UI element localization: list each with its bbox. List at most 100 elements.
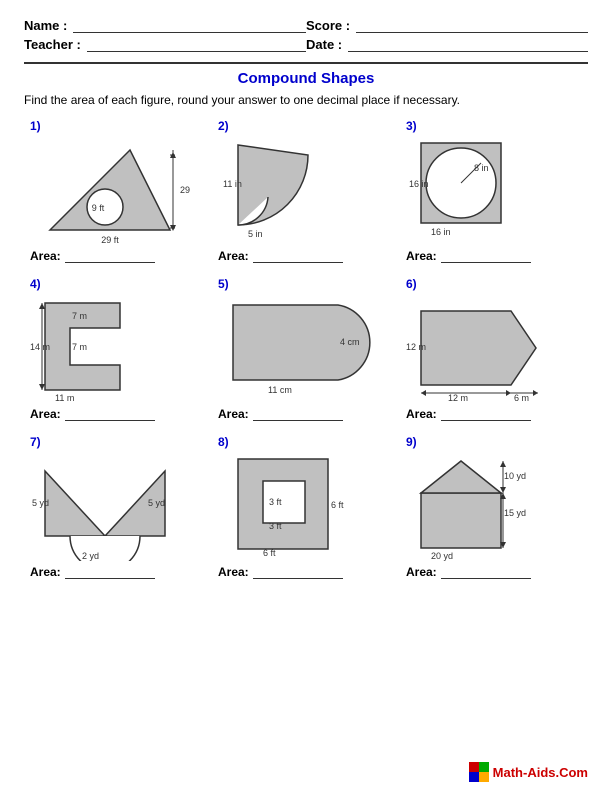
svg-text:8 in: 8 in xyxy=(474,163,489,173)
area-row-1: Area: xyxy=(30,249,206,263)
problem-4: 4) 14 m 11 m 7 m 7 m xyxy=(24,273,212,431)
page-title: Compound Shapes xyxy=(24,70,588,87)
teacher-line xyxy=(87,38,306,52)
teacher-label: Teacher : xyxy=(24,37,81,52)
problem-3: 3) 8 in 16 in 16 in Area: xyxy=(400,115,588,273)
problem-2-number: 2) xyxy=(218,119,394,133)
teacher-row: Teacher : xyxy=(24,37,306,52)
name-line xyxy=(73,19,306,33)
problem-5: 5) 4 cm 11 cm Area: xyxy=(212,273,400,431)
logo-text: Math-Aids.Com xyxy=(493,765,588,780)
svg-9: 10 yd 15 yd 20 yd xyxy=(406,451,566,561)
date-row: Date : xyxy=(306,37,588,52)
figure-6: 12 m 12 m 6 m xyxy=(406,293,566,403)
area-label-1: Area: xyxy=(30,249,61,263)
area-line-9 xyxy=(441,565,531,579)
figure-4: 14 m 11 m 7 m 7 m xyxy=(30,293,190,403)
area-line-2 xyxy=(253,249,343,263)
name-row: Name : xyxy=(24,18,306,33)
svg-text:7 m: 7 m xyxy=(72,342,87,352)
problems-grid: 1) 9 ft 29 ft 29 ft xyxy=(24,115,588,589)
figure-7: 5 yd 5 yd 2 yd xyxy=(30,451,190,561)
page: Name : Score : Teacher : Date : Compound… xyxy=(0,0,612,792)
svg-text:14 m: 14 m xyxy=(30,342,50,352)
area-row-4: Area: xyxy=(30,407,206,421)
area-line-5 xyxy=(253,407,343,421)
score-line xyxy=(356,19,588,33)
area-label-3: Area: xyxy=(406,249,437,263)
area-row-5: Area: xyxy=(218,407,394,421)
problem-9: 9) 10 yd 15 yd 20 yd xyxy=(400,431,588,589)
svg-text:29 ft: 29 ft xyxy=(101,235,119,245)
header: Name : Score : Teacher : Date : xyxy=(24,18,588,52)
logo-area: Math-Aids.Com xyxy=(469,762,588,782)
svg-text:15 yd: 15 yd xyxy=(504,508,526,518)
area-label-2: Area: xyxy=(218,249,249,263)
instructions: Find the area of each figure, round your… xyxy=(24,93,588,107)
problem-2: 2) 11 in 5 in Area: xyxy=(212,115,400,273)
area-row-6: Area: xyxy=(406,407,582,421)
svg-8: 6 ft 6 ft 3 ft 3 ft xyxy=(218,451,378,561)
area-row-9: Area: xyxy=(406,565,582,579)
problem-1-number: 1) xyxy=(30,119,206,133)
area-line-3 xyxy=(441,249,531,263)
svg-text:5 in: 5 in xyxy=(248,229,263,239)
figure-2: 11 in 5 in xyxy=(218,135,378,245)
figure-8: 6 ft 6 ft 3 ft 3 ft xyxy=(218,451,378,561)
area-row-7: Area: xyxy=(30,565,206,579)
svg-text:6 ft: 6 ft xyxy=(331,500,344,510)
figure-5: 4 cm 11 cm xyxy=(218,293,378,403)
figure-1: 9 ft 29 ft 29 ft xyxy=(30,135,190,245)
area-label-6: Area: xyxy=(406,407,437,421)
divider xyxy=(24,62,588,64)
svg-text:11 m: 11 m xyxy=(55,393,74,403)
logo-icon xyxy=(469,762,489,782)
svg-2: 11 in 5 in xyxy=(218,135,378,245)
date-line xyxy=(348,38,588,52)
area-line-8 xyxy=(253,565,343,579)
svg-text:12 m: 12 m xyxy=(406,342,426,352)
problem-4-number: 4) xyxy=(30,277,206,291)
svg-text:16 in: 16 in xyxy=(409,179,429,189)
svg-text:20 yd: 20 yd xyxy=(431,551,453,561)
svg-7: 5 yd 5 yd 2 yd xyxy=(30,451,190,561)
svg-text:3 ft: 3 ft xyxy=(269,521,282,531)
area-label-7: Area: xyxy=(30,565,61,579)
svg-4: 14 m 11 m 7 m 7 m xyxy=(30,293,190,403)
svg-text:9 ft: 9 ft xyxy=(92,203,105,213)
area-line-1 xyxy=(65,249,155,263)
svg-6: 12 m 12 m 6 m xyxy=(406,293,566,403)
figure-3: 8 in 16 in 16 in xyxy=(406,135,566,245)
area-label-5: Area: xyxy=(218,407,249,421)
problem-3-number: 3) xyxy=(406,119,582,133)
figure-9: 10 yd 15 yd 20 yd xyxy=(406,451,566,561)
svg-text:5 yd: 5 yd xyxy=(148,498,165,508)
area-row-3: Area: xyxy=(406,249,582,263)
svg-text:12 m: 12 m xyxy=(448,393,468,403)
svg-text:7 m: 7 m xyxy=(72,311,87,321)
svg-text:6 ft: 6 ft xyxy=(263,548,276,558)
svg-text:11 in: 11 in xyxy=(223,179,242,189)
area-label-8: Area: xyxy=(218,565,249,579)
problem-7: 7) 5 yd 5 yd 2 yd Area: xyxy=(24,431,212,589)
problem-6-number: 6) xyxy=(406,277,582,291)
area-line-7 xyxy=(65,565,155,579)
svg-text:29 ft: 29 ft xyxy=(180,185,190,195)
date-label: Date : xyxy=(306,37,342,52)
svg-text:5 yd: 5 yd xyxy=(32,498,49,508)
problem-6: 6) 12 m 12 m 6 m xyxy=(400,273,588,431)
svg-1: 9 ft 29 ft 29 ft xyxy=(30,135,190,245)
problem-5-number: 5) xyxy=(218,277,394,291)
svg-text:16 in: 16 in xyxy=(431,227,451,237)
problem-1: 1) 9 ft 29 ft 29 ft xyxy=(24,115,212,273)
score-label: Score : xyxy=(306,18,350,33)
svg-text:10 yd: 10 yd xyxy=(504,471,526,481)
problem-8: 8) 6 ft 6 ft 3 ft 3 ft Area: xyxy=(212,431,400,589)
problem-8-number: 8) xyxy=(218,435,394,449)
area-line-6 xyxy=(441,407,531,421)
area-row-8: Area: xyxy=(218,565,394,579)
svg-text:3 ft: 3 ft xyxy=(269,497,282,507)
score-row: Score : xyxy=(306,18,588,33)
problem-9-number: 9) xyxy=(406,435,582,449)
svg-text:2 yd: 2 yd xyxy=(82,551,99,561)
